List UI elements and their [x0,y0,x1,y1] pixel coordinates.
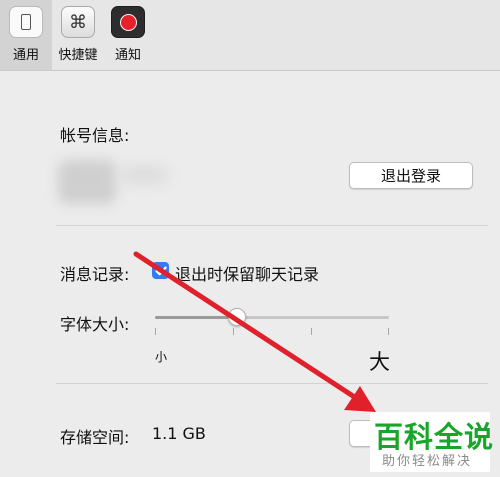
annotation-arrow-icon [133,251,376,412]
watermark-slogan: 助你轻松解决 [382,454,473,469]
